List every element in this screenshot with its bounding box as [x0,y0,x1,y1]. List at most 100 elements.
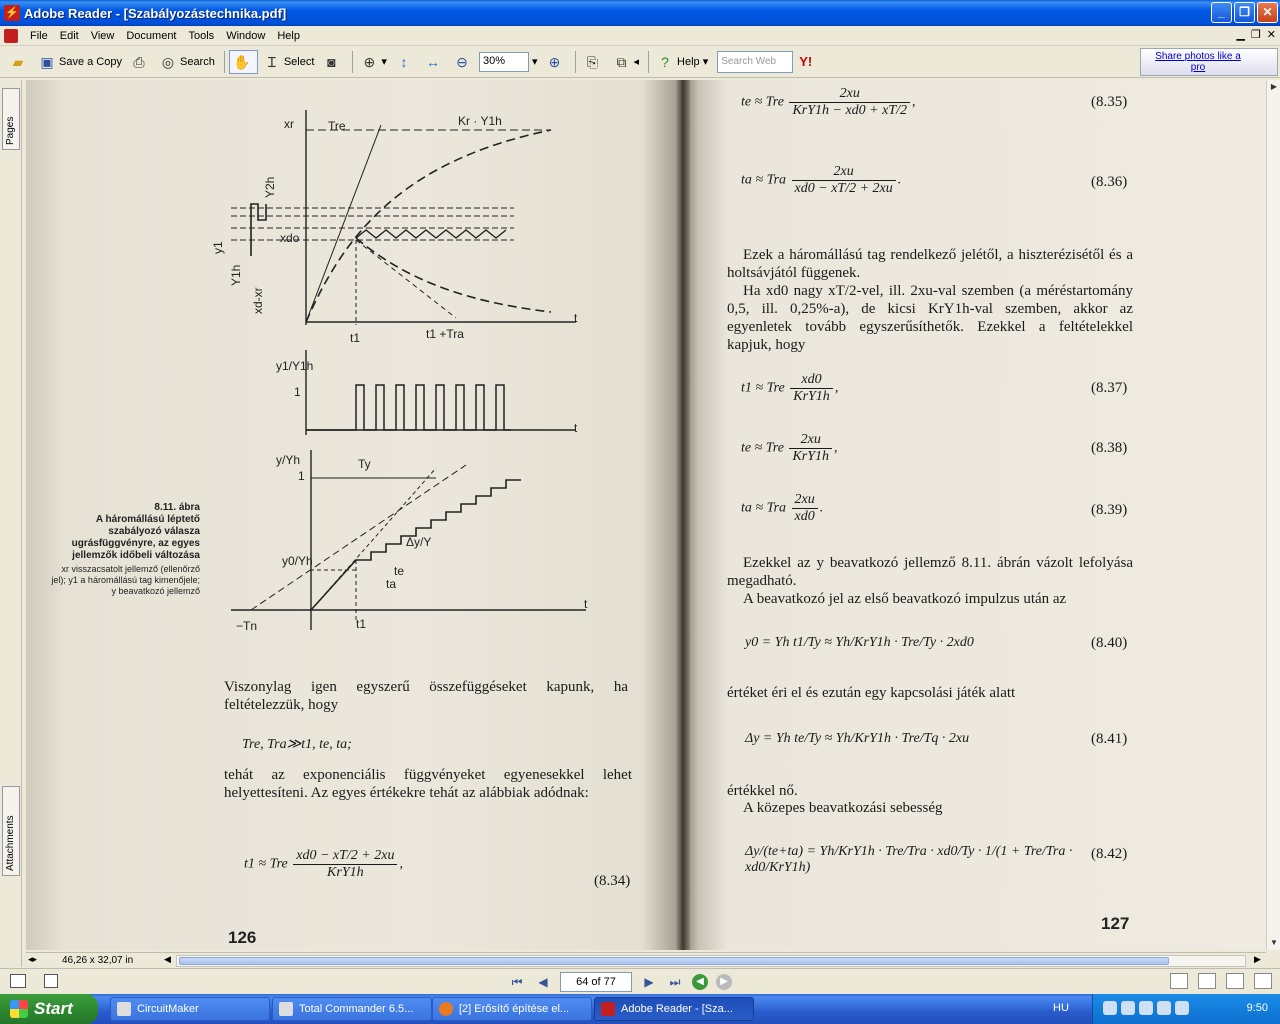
hand-tool-button[interactable]: ✋ [228,49,258,74]
right-paragraph-2: Ha xd0 nagy xT/2-vel, ill. 2xu-val szemb… [727,283,1133,353]
facing-layout-icon[interactable] [1226,973,1244,989]
last-page-icon[interactable]: ⏭ [666,973,684,991]
menu-view[interactable]: View [85,30,121,42]
vertical-scrollbar[interactable]: ▶ ▼ [1266,80,1280,950]
menu-window[interactable]: Window [220,30,271,42]
language-indicator[interactable]: HU [1053,1002,1069,1014]
menu-file[interactable]: File [24,30,54,42]
adobe-reader-icon [601,1002,615,1016]
first-page-icon[interactable]: ⏮ [508,973,526,991]
equation-number-8-41: (8.41) [1091,731,1128,747]
yahoo-icon[interactable]: Y! [799,54,812,69]
label-xr: xr [284,117,294,131]
relay-characteristic [250,203,267,256]
menu-document[interactable]: Document [120,30,182,42]
zoom-in-tool-button[interactable]: ⊕ ▾ [357,50,390,74]
disk-icon: ▣ [40,53,54,70]
restore-button[interactable]: ❐ [1234,2,1255,23]
snapshot-button[interactable]: ◙ [319,50,346,74]
attachments-tab[interactable]: Attachments [2,786,20,876]
search-web-input[interactable]: Search Web [717,50,794,73]
network-icon[interactable] [1103,1001,1117,1015]
equation-8-39: ta ≈ Tra 2xu xd0. [741,492,824,524]
right-paragraph-1: Ezek a háromállású tag rendelkező jelétő… [727,247,1133,281]
start-button[interactable]: Start [0,994,98,1024]
zoom-in-button[interactable]: ⊕ [542,50,569,74]
task-total-commander[interactable]: Total Commander 6.5... [272,997,432,1021]
zoom-out-button[interactable]: ⊖ [450,50,477,74]
help-icon: ? [661,53,669,70]
help-button[interactable]: ? Help ▾ [653,50,711,74]
search-button[interactable]: ◎ Search [156,50,218,74]
fit-width-icon: ↔ [425,53,440,70]
equation-8-37: t1 ≈ Tre xd0 KrY1h, [741,372,839,404]
equation-number-8-40: (8.40) [1091,635,1128,651]
panel-minimize-icon[interactable] [44,974,58,988]
print-button[interactable]: ⎙ [127,50,154,74]
task-firefox[interactable]: [2] Erősítő építése el... [432,997,592,1021]
rotate-button[interactable]: ⎘ [580,50,607,74]
select-tool-button[interactable]: Ɪ Select [260,50,318,74]
equation-number-8-37: (8.37) [1091,380,1128,396]
page-number-field[interactable]: 64 of 77 [560,972,632,992]
pages-tab[interactable]: Pages [2,88,20,150]
tray-app-icon[interactable] [1175,1001,1189,1015]
share-photos-link[interactable]: Share photos like a pro [1140,48,1278,76]
rotate-page-icon: ⎘ [586,53,599,70]
fall-tangent [355,239,457,319]
right-paragraph-7: A közepes beavatkozási sebesség [743,800,943,816]
open-button[interactable]: ▰ [6,50,33,74]
fit-width-button[interactable]: ↔ [421,50,448,74]
next-page-icon[interactable]: ▶ [640,973,658,991]
scroll-down-arrow-icon[interactable]: ▼ [1267,936,1280,950]
scroll-left-arrow-icon[interactable]: ◀ [164,954,171,965]
document-icon[interactable] [4,28,18,43]
document-view[interactable]: xr Tre Kr · Y1h Y2h y1 xdo Y1h xd-xr t1 … [26,80,1266,950]
doc-minimize-button[interactable]: ▁ [1236,28,1244,41]
volume-icon[interactable] [1139,1001,1153,1015]
menu-edit[interactable]: Edit [54,30,85,42]
tangent-line [305,124,382,323]
previous-page-icon[interactable]: ◀ [534,973,552,991]
shield-icon[interactable] [1121,1001,1135,1015]
toolbar: ▰ ▣ Save a Copy ⎙ ◎ Search ✋ Ɪ Select ◙ ⊕ ▾ … [0,46,1280,78]
right-paragraph-3: Ezekkel az y beavatkozó jellemző 8.11. á… [727,555,1133,589]
page-layout-button[interactable]: ⧉ ◂ [609,50,642,74]
save-copy-button[interactable]: ▣ Save a Copy [35,50,125,74]
scroll-up-arrow-icon[interactable]: ▶ [1267,80,1280,94]
go-back-icon[interactable]: ◀ [692,974,708,990]
caption-title: 8.11. ábra A háromállású léptető szabály… [71,502,200,561]
panel-toggle-icon[interactable] [10,974,26,988]
horizontal-scroll-thumb[interactable] [179,957,1169,965]
zoom-level-field[interactable]: 30% [478,51,529,72]
menu-tools[interactable]: Tools [183,30,221,42]
plus-circle-icon: ⊕ [548,53,561,70]
minimize-button[interactable]: _ [1211,2,1232,23]
continuous-layout-icon[interactable] [1198,973,1216,989]
single-page-layout-icon[interactable] [1170,973,1188,989]
antivirus-icon[interactable] [1157,1001,1171,1015]
task-circuitmaker[interactable]: CircuitMaker [110,997,270,1021]
doc-restore-button[interactable]: ❐ [1251,28,1261,41]
close-button[interactable]: ✕ [1257,2,1278,23]
folder-icon: ▰ [12,53,24,70]
left-paragraph-1: Viszonylag igen egyszerű összefüggéseket… [224,679,628,713]
label-t1-bottom: t1 [356,617,366,631]
binoculars-icon: ◎ [161,53,175,70]
doc-close-button[interactable]: ✕ [1267,28,1276,41]
fit-height-icon: ↕ [400,53,408,70]
go-forward-icon[interactable]: ▶ [716,974,732,990]
scroll-right-arrow-icon[interactable]: ▶ [1254,954,1261,965]
separator [223,50,225,73]
continuous-facing-layout-icon[interactable] [1254,973,1272,989]
equation-8-35: te ≈ Tre 2xu KrY1h − xd0 + xT/2, [741,86,916,118]
zoom-dropdown-button[interactable]: ▾ [529,50,541,74]
label-y1h: Y1h [229,265,243,286]
horizontal-scroll-track[interactable] [176,955,1246,967]
actual-size-button[interactable]: ↕ [392,50,419,74]
task-adobe-reader[interactable]: Adobe Reader - [Sza... [594,997,754,1021]
menu-help[interactable]: Help [271,30,306,42]
equation-8-40: y0 = Yh t1/Ty ≈ Yh/KrY1h · Tre/Ty · 2xd0 [745,635,974,650]
label-xd-xr: xd-xr [251,287,265,314]
page-number-left: 126 [228,928,257,947]
